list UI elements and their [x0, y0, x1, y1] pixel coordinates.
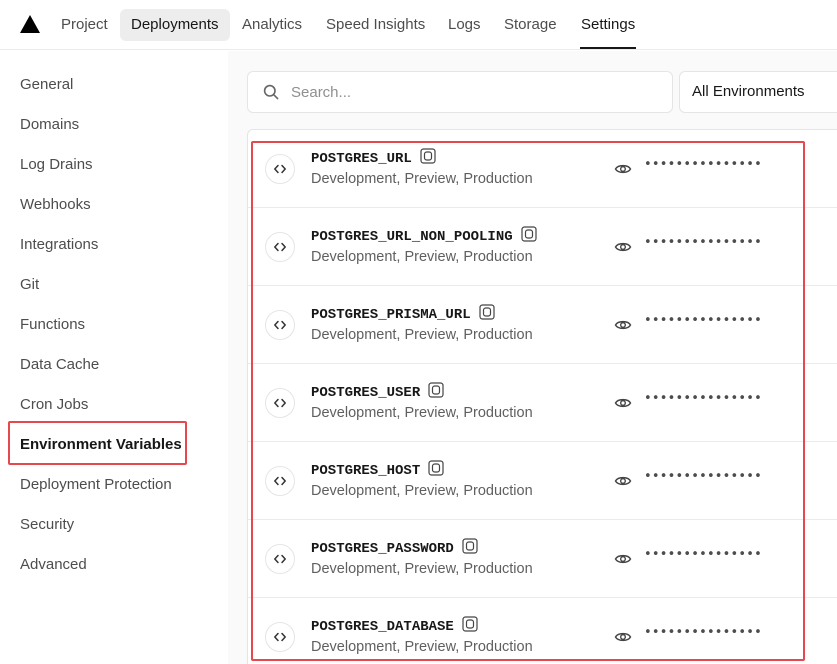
sidebar-item-environment-variables[interactable]: Environment Variables — [20, 434, 182, 456]
copy-icon[interactable] — [420, 148, 436, 164]
env-var-row: POSTGRES_URL Development, Preview, Produ… — [248, 130, 837, 208]
sidebar-item-cron-jobs[interactable]: Cron Jobs — [20, 394, 88, 416]
env-var-row: POSTGRES_USER Development, Preview, Prod… — [248, 364, 837, 442]
copy-icon[interactable] — [479, 304, 495, 320]
code-brackets-icon[interactable] — [265, 544, 295, 574]
search-icon — [263, 84, 279, 100]
env-var-masked-value: ••••••••••••••• — [644, 157, 763, 172]
search-box — [247, 71, 673, 113]
triangle-logo-icon[interactable] — [20, 15, 40, 33]
sidebar-item-git[interactable]: Git — [20, 274, 39, 296]
env-var-environments: Development, Preview, Production — [311, 561, 533, 577]
code-brackets-icon[interactable] — [265, 232, 295, 262]
env-var-environments: Development, Preview, Production — [311, 327, 533, 343]
env-var-name: POSTGRES_HOST — [311, 463, 421, 479]
sidebar-item-webhooks[interactable]: Webhooks — [20, 194, 91, 216]
tab-settings[interactable]: Settings — [570, 9, 646, 41]
env-var-masked-value: ••••••••••••••• — [644, 469, 763, 484]
code-brackets-icon[interactable] — [265, 466, 295, 496]
env-var-environments: Development, Preview, Production — [311, 639, 533, 655]
env-var-row: POSTGRES_HOST Development, Preview, Prod… — [248, 442, 837, 520]
env-var-masked-value: ••••••••••••••• — [644, 235, 763, 250]
env-var-name: POSTGRES_PASSWORD — [311, 541, 454, 557]
copy-icon[interactable] — [428, 460, 444, 476]
copy-icon[interactable] — [428, 382, 444, 398]
sidebar-item-domains[interactable]: Domains — [20, 114, 79, 136]
env-var-masked-value: ••••••••••••••• — [644, 547, 763, 562]
env-var-row: POSTGRES_URL_NON_POOLING Development, Pr… — [248, 208, 837, 286]
sidebar-item-functions[interactable]: Functions — [20, 314, 85, 336]
env-var-row: POSTGRES_PASSWORD Development, Preview, … — [248, 520, 837, 598]
eye-icon[interactable] — [614, 550, 632, 568]
sidebar-item-log-drains[interactable]: Log Drains — [20, 154, 93, 176]
code-brackets-icon[interactable] — [265, 310, 295, 340]
settings-sidebar: General Domains Log Drains Webhooks Inte… — [0, 51, 228, 664]
code-brackets-icon[interactable] — [265, 388, 295, 418]
eye-icon[interactable] — [614, 160, 632, 178]
active-tab-indicator — [580, 47, 636, 49]
eye-icon[interactable] — [614, 472, 632, 490]
code-brackets-icon[interactable] — [265, 622, 295, 652]
tab-deployments[interactable]: Deployments — [120, 9, 230, 41]
tab-analytics[interactable]: Analytics — [231, 9, 313, 41]
env-var-name: POSTGRES_DATABASE — [311, 619, 454, 635]
tab-storage[interactable]: Storage — [493, 9, 568, 41]
env-var-row: POSTGRES_DATABASE Development, Preview, … — [248, 598, 837, 664]
eye-icon[interactable] — [614, 316, 632, 334]
search-input[interactable] — [291, 81, 661, 103]
env-var-name: POSTGRES_PRISMA_URL — [311, 307, 471, 323]
eye-icon[interactable] — [614, 394, 632, 412]
env-var-name: POSTGRES_URL_NON_POOLING — [311, 229, 513, 245]
environment-select[interactable]: All Environments — [679, 71, 837, 113]
sidebar-item-deployment-protection[interactable]: Deployment Protection — [20, 474, 172, 496]
sidebar-item-advanced[interactable]: Advanced — [20, 554, 87, 576]
env-var-environments: Development, Preview, Production — [311, 483, 533, 499]
main-content: All Environments POSTGRES_URL Developmen… — [228, 51, 837, 664]
sidebar-item-general[interactable]: General — [20, 74, 73, 96]
copy-icon[interactable] — [462, 538, 478, 554]
env-var-masked-value: ••••••••••••••• — [644, 391, 763, 406]
env-var-environments: Development, Preview, Production — [311, 171, 533, 187]
eye-icon[interactable] — [614, 238, 632, 256]
env-var-masked-value: ••••••••••••••• — [644, 625, 763, 640]
env-var-row: POSTGRES_PRISMA_URL Development, Preview… — [248, 286, 837, 364]
env-var-environments: Development, Preview, Production — [311, 249, 533, 265]
tab-logs[interactable]: Logs — [437, 9, 492, 41]
env-var-name: POSTGRES_URL — [311, 151, 412, 167]
env-var-name: POSTGRES_USER — [311, 385, 421, 401]
copy-icon[interactable] — [521, 226, 537, 242]
tab-project[interactable]: Project — [50, 9, 119, 41]
copy-icon[interactable] — [462, 616, 478, 632]
code-brackets-icon[interactable] — [265, 154, 295, 184]
top-nav: Project Deployments Analytics Speed Insi… — [0, 0, 837, 50]
sidebar-item-security[interactable]: Security — [20, 514, 74, 536]
sidebar-item-integrations[interactable]: Integrations — [20, 234, 98, 256]
eye-icon[interactable] — [614, 628, 632, 646]
tab-speed-insights[interactable]: Speed Insights — [315, 9, 436, 41]
sidebar-item-data-cache[interactable]: Data Cache — [20, 354, 99, 376]
env-var-masked-value: ••••••••••••••• — [644, 313, 763, 328]
env-var-list: POSTGRES_URL Development, Preview, Produ… — [247, 129, 837, 664]
env-var-environments: Development, Preview, Production — [311, 405, 533, 421]
